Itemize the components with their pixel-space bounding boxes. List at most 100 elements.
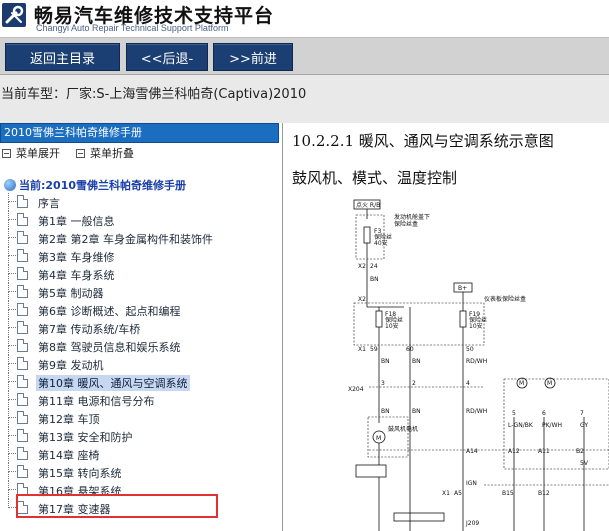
tree-connector <box>8 319 16 328</box>
vehicle-info-text: 当前车型：厂家:S-上海雪佛兰科帕奇(Captiva)2010 <box>1 83 306 102</box>
selection-highlight-box <box>16 494 218 518</box>
chapter-item[interactable]: 第6章 诊断概述、起点和编程 <box>0 301 282 319</box>
document-icon <box>17 465 28 478</box>
tree-connector <box>8 472 9 481</box>
home-button[interactable]: 返回主目录 <box>5 43 120 71</box>
tree-connector <box>8 283 16 292</box>
menu-expand-button[interactable]: 菜单展开 <box>0 145 60 161</box>
tree-connector <box>8 436 9 445</box>
tree-connector <box>8 445 16 454</box>
chapter-label: 第14章 座椅 <box>38 449 100 462</box>
tree-connector <box>8 427 16 436</box>
chapter-item[interactable]: 第14章 座椅 <box>0 445 282 463</box>
5v-label: 5V <box>580 460 589 467</box>
chapter-item[interactable]: 第7章 传动系统/车桥 <box>0 319 282 337</box>
collapse-icon <box>76 148 85 158</box>
chapter-label: 第10章 暖风、通风与空调系统 <box>36 375 190 391</box>
chapter-label: 第7章 传动系统/车桥 <box>38 323 141 336</box>
current-manual-node[interactable]: 当前:2010雪佛兰科帕奇维修手册 <box>4 177 186 193</box>
tree-connector <box>8 193 16 202</box>
bn-label-5: BN <box>412 408 421 415</box>
chapter-label: 第9章 发动机 <box>38 359 104 372</box>
rdwh-label-2: RD/WH <box>466 408 487 415</box>
tree-connector <box>8 499 16 508</box>
chapter-label: 第3章 车身维修 <box>38 251 115 264</box>
tree-connector <box>8 346 9 355</box>
chapter-item[interactable]: 第1章 一般信息 <box>0 211 282 229</box>
chapter-item[interactable]: 第9章 发动机 <box>0 355 282 373</box>
document-icon <box>17 231 28 244</box>
tree-connector <box>8 328 9 337</box>
document-icon <box>17 429 28 442</box>
vehicle-value: 厂家:S-上海雪佛兰科帕奇(Captiva)2010 <box>66 87 307 102</box>
chapter-item[interactable]: 第10章 暖风、通风与空调系统 <box>0 373 282 391</box>
pin-a11: A11 <box>538 448 550 455</box>
fuse-box-label-2: 保险丝盒 <box>394 220 418 228</box>
chapter-item[interactable]: 第5章 制动器 <box>0 283 282 301</box>
f18-amp: 10安 <box>385 322 399 330</box>
tree-connector <box>8 418 9 427</box>
pin-b15: B15 <box>502 490 514 497</box>
x2-label-2: X2 <box>358 296 366 303</box>
tree-connector <box>8 454 9 463</box>
document-icon <box>17 303 28 316</box>
pin-24: 24 <box>370 263 378 270</box>
tree-connector <box>8 409 16 418</box>
pin-a5: A5 <box>454 490 462 497</box>
chapter-item[interactable]: 第8章 驾驶员信息和娱乐系统 <box>0 337 282 355</box>
pin-b12: B12 <box>538 490 550 497</box>
rdwh-label-1: RD/WH <box>466 358 487 365</box>
tree-connector <box>8 211 16 220</box>
section-title: 10.2.2.1 暖风、通风与空调系统示意图 <box>292 132 554 150</box>
chapter-label: 第5章 制动器 <box>38 287 104 300</box>
chapter-item[interactable]: 第12章 车顶 <box>0 409 282 427</box>
chapter-item[interactable]: 第2章 第2章 车身金属构件和装饰件 <box>0 229 282 247</box>
pin-6: 6 <box>542 410 546 417</box>
back-button[interactable]: <<后退- <box>126 43 208 71</box>
chapter-label: 第8章 驾驶员信息和娱乐系统 <box>38 341 181 354</box>
current-manual-label: 当前:2010雪佛兰科帕奇维修手册 <box>19 179 187 192</box>
pkwh-label: PK/WH <box>542 422 562 429</box>
pin-2: 2 <box>412 380 416 387</box>
tree-connector <box>8 337 16 346</box>
tree-connector <box>8 400 9 409</box>
document-icon <box>17 267 28 280</box>
chapter-item[interactable]: 序言 <box>0 193 282 211</box>
chapter-label: 第12章 车顶 <box>38 413 100 426</box>
chapter-item[interactable]: 第3章 车身维修 <box>0 247 282 265</box>
expand-icon <box>2 148 11 158</box>
chapter-label: 第2章 第2章 车身金属构件和装饰件 <box>38 233 213 246</box>
pin-5: 5 <box>512 410 516 417</box>
chapter-item[interactable]: 第13章 安全和防护 <box>0 427 282 445</box>
svg-text:M: M <box>547 380 552 387</box>
manual-title-bar[interactable]: 2010雪佛兰科帕奇维修手册 <box>0 123 279 143</box>
bn-label-2: BN <box>381 358 390 365</box>
chapter-label: 第13章 安全和防护 <box>38 431 133 444</box>
chapter-item[interactable]: 第4章 车身系统 <box>0 265 282 283</box>
tree-connector <box>8 373 16 382</box>
wiring-diagram-svg: 点火 R/B 发动机舱盖下 保险丝盒 F3 保险丝 40安 X2 24 BN B… <box>348 199 609 531</box>
globe-icon <box>4 179 16 191</box>
chapter-item[interactable]: 第15章 转向系统 <box>0 463 282 481</box>
vehicle-label: 当前车型： <box>1 87 67 102</box>
menu-collapse-button[interactable]: 菜单折叠 <box>74 145 134 161</box>
chapter-item[interactable]: 第11章 电源和信号分布 <box>0 391 282 409</box>
bn-label-3: BN <box>412 358 421 365</box>
tree-connector <box>8 355 16 364</box>
content-pane: 10.2.2.1 暖风、通风与空调系统示意图 鼓风机、模式、温度控制 点火 R/… <box>284 123 609 531</box>
tree-connector <box>8 265 16 274</box>
tree-connector <box>8 481 16 490</box>
pin-a12: A12 <box>508 448 520 455</box>
forward-button[interactable]: >>前进 <box>213 43 293 71</box>
manual-sidebar: 2010雪佛兰科帕奇维修手册 菜单展开 菜单折叠 当前:2010雪佛兰科帕奇维修… <box>0 123 283 531</box>
pin-3: 3 <box>381 380 385 387</box>
app-subtitle: Changyi Auto Repair Technical Support Pl… <box>36 23 229 33</box>
motor-label: 鼓风机电机 <box>388 425 418 433</box>
tree-connector <box>8 301 16 310</box>
tree-connector <box>8 364 9 373</box>
chapter-label: 第6章 诊断概述、起点和编程 <box>38 305 181 318</box>
tree-connector <box>8 274 9 283</box>
x204-label: X204 <box>348 386 364 393</box>
fuse-box-label-1: 发动机舱盖下 <box>394 213 430 221</box>
chapter-label: 第11章 电源和信号分布 <box>38 395 155 408</box>
